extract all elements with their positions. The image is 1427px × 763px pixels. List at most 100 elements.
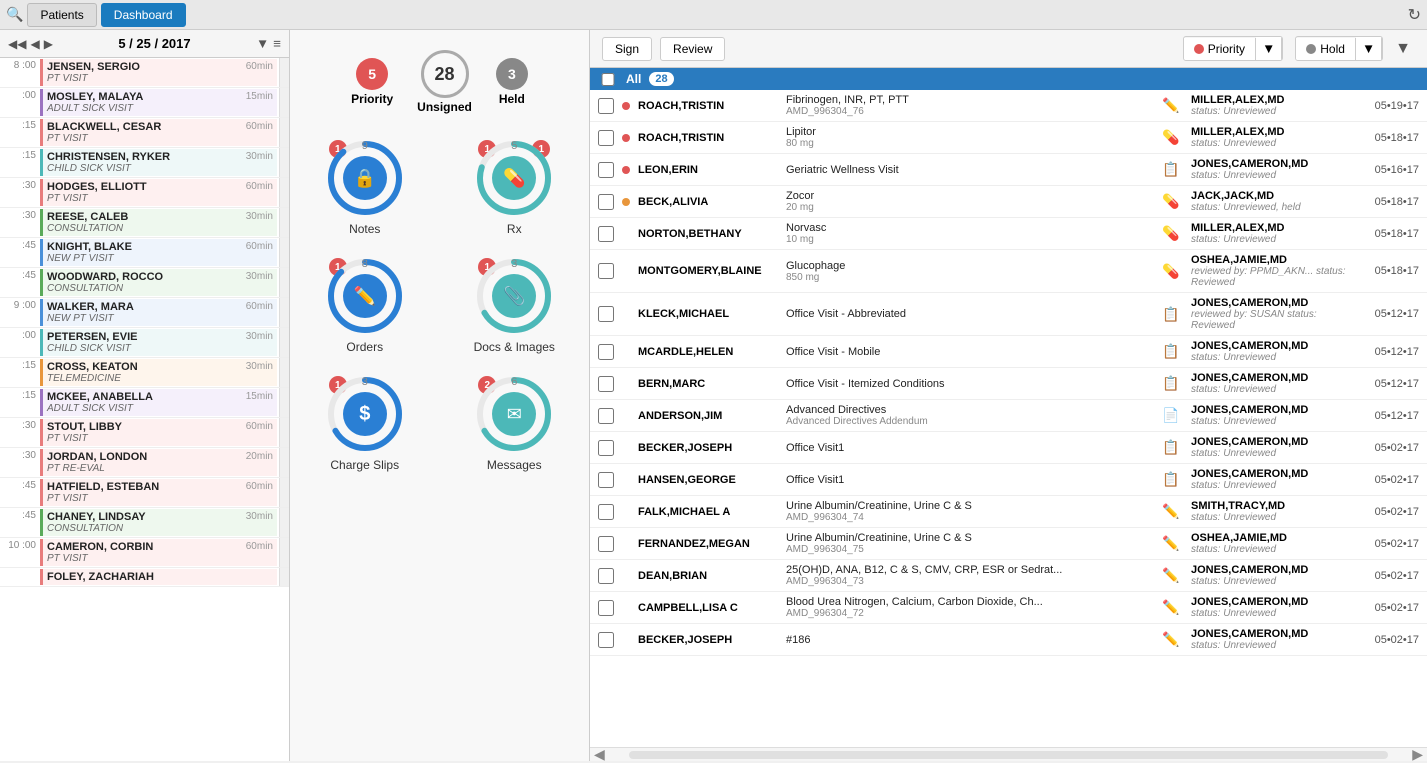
horizontal-scrollbar[interactable]: ◀ ▶ <box>590 747 1427 761</box>
table-row[interactable]: KLECK,MICHAEL Office Visit - Abbreviated… <box>590 293 1427 336</box>
row-info-main: Lipitor <box>786 126 1151 138</box>
appointment-block[interactable]: 30min REESE, CALEB CONSULTATION <box>40 209 277 236</box>
schedule-list-btn[interactable]: ≡ <box>273 36 281 51</box>
time-slot[interactable]: :15 30min CHRISTENSEN, RYKER CHILD SICK … <box>0 148 289 178</box>
all-label[interactable]: All <box>626 72 641 86</box>
table-row[interactable]: CAMPBELL,LISA C Blood Urea Nitrogen, Cal… <box>590 592 1427 624</box>
time-slot[interactable]: :30 20min JORDAN, LONDON PT RE-EVAL <box>0 448 289 478</box>
table-row[interactable]: BECK,ALIVIA Zocor 20 mg 💊 JACK,JACK,MD s… <box>590 186 1427 218</box>
appointment-block[interactable]: 15min MCKEE, ANABELLA ADULT SICK VISIT <box>40 389 277 416</box>
row-checkbox[interactable] <box>598 536 614 552</box>
icon-item-notes[interactable]: 1 9 🔒 Notes <box>300 138 430 236</box>
row-checkbox[interactable] <box>598 306 614 322</box>
time-slot[interactable]: :45 30min CHANEY, LINDSAY CONSULTATION <box>0 508 289 538</box>
appointment-block[interactable]: 60min STOUT, LIBBY PT VISIT <box>40 419 277 446</box>
icon-item-orders[interactable]: 1 8 ✏️ Orders <box>300 256 430 354</box>
table-row[interactable]: ANDERSON,JIM Advanced Directives Advance… <box>590 400 1427 432</box>
appointment-block[interactable]: 60min BLACKWELL, CESAR PT VISIT <box>40 119 277 146</box>
appointment-block[interactable]: 60min KNIGHT, BLAKE NEW PT VISIT <box>40 239 277 266</box>
appointment-block[interactable]: 60min HODGES, ELLIOTT PT VISIT <box>40 179 277 206</box>
time-slot[interactable]: :00 30min PETERSEN, EVIE CHILD SICK VISI… <box>0 328 289 358</box>
sign-button[interactable]: Sign <box>602 37 652 61</box>
time-slot[interactable]: 9 :00 60min WALKER, MARA NEW PT VISIT <box>0 298 289 328</box>
appointment-block[interactable]: 15min MOSLEY, MALAYA ADULT SICK VISIT <box>40 89 277 116</box>
row-checkbox[interactable] <box>598 632 614 648</box>
row-checkbox[interactable] <box>598 568 614 584</box>
appointment-block[interactable]: 20min JORDAN, LONDON PT RE-EVAL <box>40 449 277 476</box>
scroll-right-btn[interactable]: ▶ <box>1408 746 1427 763</box>
appointment-block[interactable]: 60min WALKER, MARA NEW PT VISIT <box>40 299 277 326</box>
table-row[interactable]: HANSEN,GEORGE Office Visit1 📋 JONES,CAME… <box>590 464 1427 496</box>
time-slot[interactable]: :30 60min HODGES, ELLIOTT PT VISIT <box>0 178 289 208</box>
table-row[interactable]: MONTGOMERY,BLAINE Glucophage 850 mg 💊 OS… <box>590 250 1427 293</box>
appointment-block[interactable]: 30min CROSS, KEATON TELEMEDICINE <box>40 359 277 386</box>
schedule-filter-btn[interactable]: ▼ <box>256 36 269 51</box>
table-row[interactable]: BECKER,JOSEPH #186 ✏️ JONES,CAMERON,MD s… <box>590 624 1427 656</box>
time-slot[interactable]: :45 60min KNIGHT, BLAKE NEW PT VISIT <box>0 238 289 268</box>
icon-item-docs-&-images[interactable]: 1 3 📎 Docs & Images <box>450 256 580 354</box>
table-row[interactable]: FALK,MICHAEL A Urine Albumin/Creatinine,… <box>590 496 1427 528</box>
appointment-block[interactable]: 30min CHANEY, LINDSAY CONSULTATION <box>40 509 277 536</box>
hold-main-btn[interactable]: Hold <box>1296 38 1356 60</box>
row-checkbox[interactable] <box>598 440 614 456</box>
appointment-block[interactable]: 30min PETERSEN, EVIE CHILD SICK VISIT <box>40 329 277 356</box>
time-slot[interactable]: :45 60min HATFIELD, ESTEBAN PT VISIT <box>0 478 289 508</box>
priority-caret-btn[interactable]: ▼ <box>1256 37 1282 60</box>
row-checkbox[interactable] <box>598 226 614 242</box>
priority-main-btn[interactable]: Priority <box>1184 38 1256 60</box>
appointment-block[interactable]: 30min CHRISTENSEN, RYKER CHILD SICK VISI… <box>40 149 277 176</box>
row-checkbox[interactable] <box>598 472 614 488</box>
row-checkbox[interactable] <box>598 408 614 424</box>
time-slot[interactable]: 10 :00 60min CAMERON, CORBIN PT VISIT <box>0 538 289 568</box>
refresh-icon[interactable]: ↻ <box>1408 5 1421 25</box>
scroll-indicator <box>279 238 289 267</box>
row-checkbox[interactable] <box>598 98 614 114</box>
table-row[interactable]: ROACH,TRISTIN Fibrinogen, INR, PT, PTT A… <box>590 90 1427 122</box>
time-slot[interactable]: 8 :00 60min JENSEN, SERGIO PT VISIT <box>0 58 289 88</box>
table-row[interactable]: BECKER,JOSEPH Office Visit1 📋 JONES,CAME… <box>590 432 1427 464</box>
icon-item-charge-slips[interactable]: 1 3 $ Charge Slips <box>300 374 430 472</box>
appointment-block[interactable]: 60min CAMERON, CORBIN PT VISIT <box>40 539 277 566</box>
table-row[interactable]: ROACH,TRISTIN Lipitor 80 mg 💊 MILLER,ALE… <box>590 122 1427 154</box>
row-checkbox[interactable] <box>598 162 614 178</box>
table-row[interactable]: BERN,MARC Office Visit - Itemized Condit… <box>590 368 1427 400</box>
table-row[interactable]: LEON,ERIN Geriatric Wellness Visit 📋 JON… <box>590 154 1427 186</box>
appointment-block[interactable]: FOLEY, ZACHARIAH <box>40 569 277 585</box>
appointment-block[interactable]: 60min HATFIELD, ESTEBAN PT VISIT <box>40 479 277 506</box>
tab-patients[interactable]: Patients <box>27 3 96 27</box>
table-row[interactable]: MCARDLE,HELEN Office Visit - Mobile 📋 JO… <box>590 336 1427 368</box>
icon-item-rx[interactable]: 11 5 💊 Rx <box>450 138 580 236</box>
row-checkbox[interactable] <box>598 344 614 360</box>
time-slot[interactable]: :15 30min CROSS, KEATON TELEMEDICINE <box>0 358 289 388</box>
table-filter-btn[interactable]: ▼ <box>1391 40 1415 58</box>
row-doctor: MILLER,ALEX,MD status: Unreviewed <box>1191 222 1351 245</box>
time-slot[interactable]: FOLEY, ZACHARIAH <box>0 568 289 587</box>
table-row[interactable]: FERNANDEZ,MEGAN Urine Albumin/Creatinine… <box>590 528 1427 560</box>
appointment-block[interactable]: 30min WOODWARD, ROCCO CONSULTATION <box>40 269 277 296</box>
row-checkbox[interactable] <box>598 130 614 146</box>
row-checkbox[interactable] <box>598 263 614 279</box>
time-slot[interactable]: :45 30min WOODWARD, ROCCO CONSULTATION <box>0 268 289 298</box>
tab-dashboard[interactable]: Dashboard <box>101 3 186 27</box>
row-checkbox[interactable] <box>598 194 614 210</box>
schedule-next-btn[interactable]: ▶ <box>44 37 53 51</box>
row-checkbox[interactable] <box>598 600 614 616</box>
review-button[interactable]: Review <box>660 37 725 61</box>
icon-item-messages[interactable]: 2 6 ✉ Messages <box>450 374 580 472</box>
search-icon[interactable]: 🔍 <box>6 6 23 23</box>
hold-caret-btn[interactable]: ▼ <box>1356 37 1382 60</box>
schedule-prev-btn[interactable]: ◀ <box>30 37 39 51</box>
table-row[interactable]: NORTON,BETHANY Norvasc 10 mg 💊 MILLER,AL… <box>590 218 1427 250</box>
row-checkbox[interactable] <box>598 504 614 520</box>
select-all-checkbox[interactable] <box>598 73 618 86</box>
time-slot[interactable]: :00 15min MOSLEY, MALAYA ADULT SICK VISI… <box>0 88 289 118</box>
schedule-prev-prev-btn[interactable]: ◀◀ <box>8 37 26 51</box>
time-slot[interactable]: :15 60min BLACKWELL, CESAR PT VISIT <box>0 118 289 148</box>
scroll-left-btn[interactable]: ◀ <box>590 746 609 763</box>
time-slot[interactable]: :15 15min MCKEE, ANABELLA ADULT SICK VIS… <box>0 388 289 418</box>
row-checkbox[interactable] <box>598 376 614 392</box>
time-slot[interactable]: :30 30min REESE, CALEB CONSULTATION <box>0 208 289 238</box>
time-slot[interactable]: :30 60min STOUT, LIBBY PT VISIT <box>0 418 289 448</box>
table-row[interactable]: DEAN,BRIAN 25(OH)D, ANA, B12, C & S, CMV… <box>590 560 1427 592</box>
appointment-block[interactable]: 60min JENSEN, SERGIO PT VISIT <box>40 59 277 86</box>
